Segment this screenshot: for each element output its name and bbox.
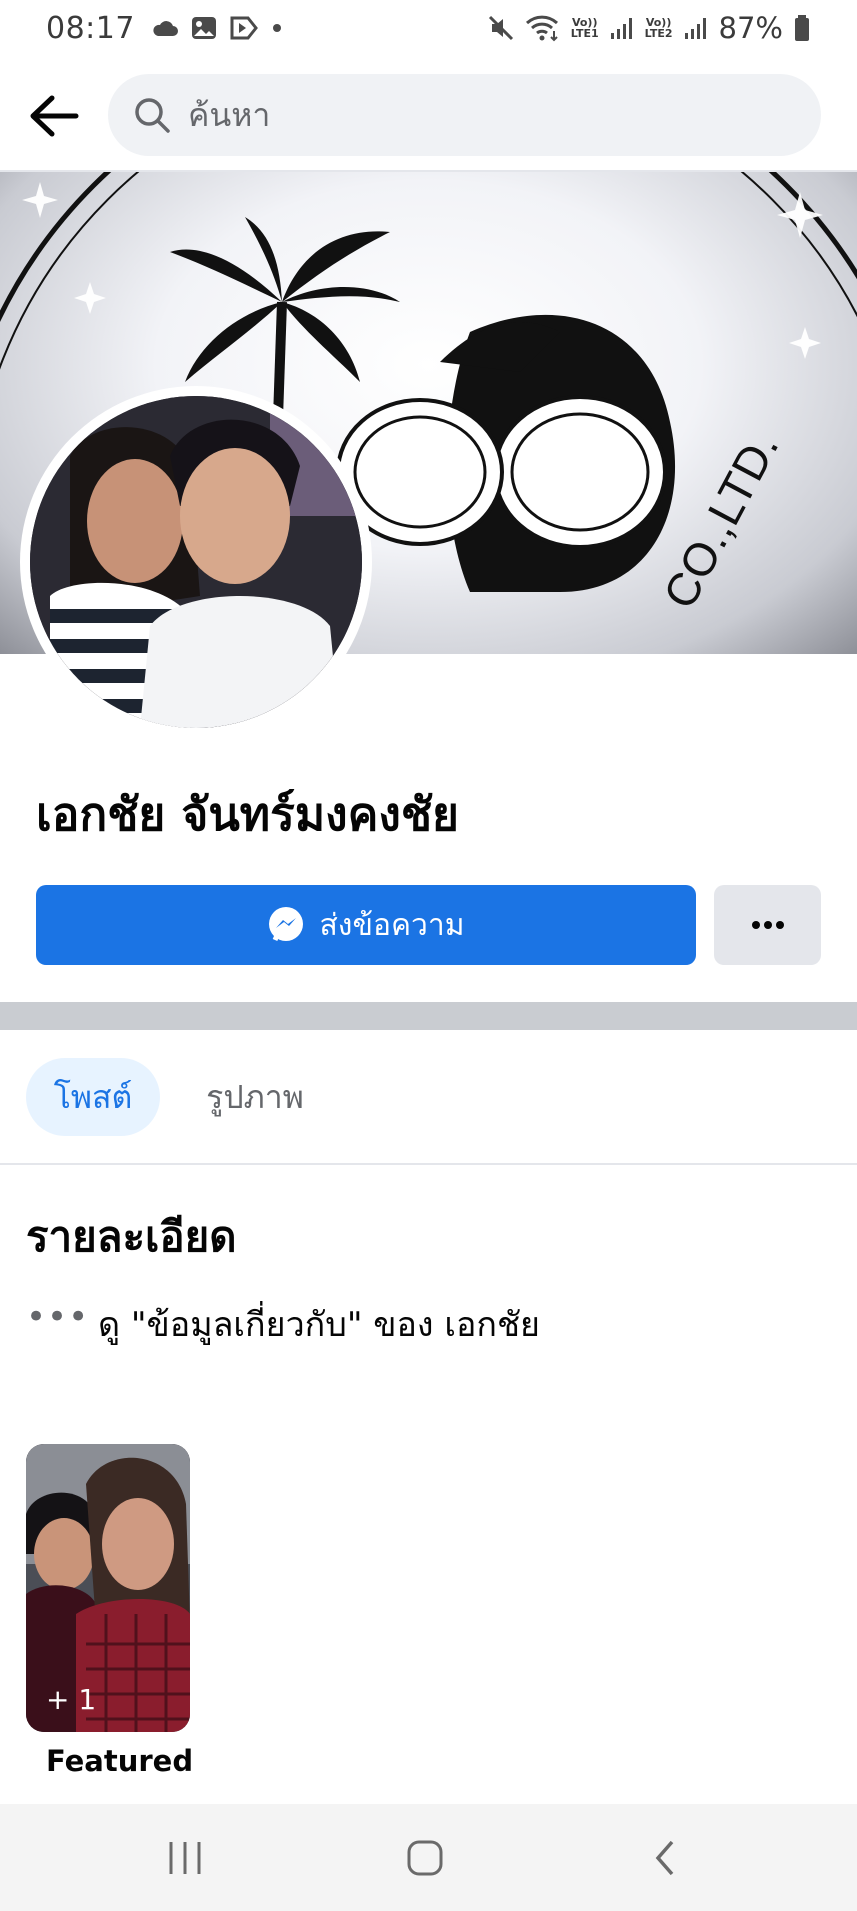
profile-tabs: โพสต์ รูปภาพ xyxy=(0,1030,857,1164)
back-arrow-icon xyxy=(30,95,79,137)
status-left-icons xyxy=(151,15,283,41)
send-message-button[interactable]: ส่งข้อความ xyxy=(36,885,696,965)
send-message-label: ส่งข้อความ xyxy=(319,907,465,943)
see-about-link[interactable]: ••• ดู "ข้อมูลเกี่ยวกับ" ของ เอกชัย xyxy=(26,1296,826,1352)
featured-label: Featured xyxy=(46,1744,194,1778)
more-options-button[interactable] xyxy=(714,885,821,965)
section-separator xyxy=(0,1002,857,1030)
ellipsis-icon: ••• xyxy=(26,1297,90,1337)
recent-apps-icon xyxy=(169,1842,201,1874)
profile-avatar[interactable] xyxy=(30,396,362,728)
profile-name: เอกชัย จันทร์มงคงชัย xyxy=(36,787,460,841)
back-button[interactable] xyxy=(24,86,84,146)
wifi-icon xyxy=(525,15,558,42)
tabs-divider xyxy=(0,1163,857,1165)
details-heading: รายละเอียด xyxy=(26,1212,237,1261)
signal-icon xyxy=(684,18,706,39)
see-about-text: ดู "ข้อมูลเกี่ยวกับ" ของ เอกชัย xyxy=(98,1305,540,1345)
search-header xyxy=(0,64,857,168)
sim1-label: Vo)) LTE1 xyxy=(570,16,599,40)
status-time: 08:17 xyxy=(46,10,135,46)
status-bar: 08:17 Vo)) LTE1 Vo)) LTE2 87% xyxy=(0,0,857,56)
search-bar[interactable] xyxy=(108,74,821,156)
recent-apps-button[interactable] xyxy=(150,1826,220,1890)
sim2-label: Vo)) LTE2 xyxy=(644,16,673,40)
cloud-icon xyxy=(153,21,178,36)
battery-percent: 87% xyxy=(718,11,783,45)
search-icon xyxy=(135,98,170,133)
more-dots-icon xyxy=(751,921,784,929)
home-button[interactable] xyxy=(390,1826,460,1890)
messenger-icon xyxy=(269,907,304,941)
tab-posts[interactable]: โพสต์ xyxy=(26,1058,160,1136)
nav-back-button[interactable] xyxy=(630,1826,700,1890)
featured-card[interactable]: + 1 xyxy=(26,1444,190,1732)
profile-photo-image xyxy=(30,396,362,728)
gallery-icon xyxy=(191,17,216,39)
signal-icon xyxy=(610,18,632,39)
search-input[interactable] xyxy=(188,96,748,134)
status-right-icons: Vo)) LTE1 Vo)) LTE2 87% xyxy=(487,11,811,45)
play-icon xyxy=(230,16,258,40)
featured-count: + 1 xyxy=(46,1683,97,1716)
tab-photos[interactable]: รูปภาพ xyxy=(190,1058,320,1136)
battery-icon xyxy=(795,15,809,41)
nav-back-icon xyxy=(655,1840,674,1876)
system-nav-bar xyxy=(0,1804,857,1911)
dot-icon xyxy=(272,24,281,32)
home-icon xyxy=(407,1840,443,1876)
mute-icon xyxy=(488,15,513,41)
